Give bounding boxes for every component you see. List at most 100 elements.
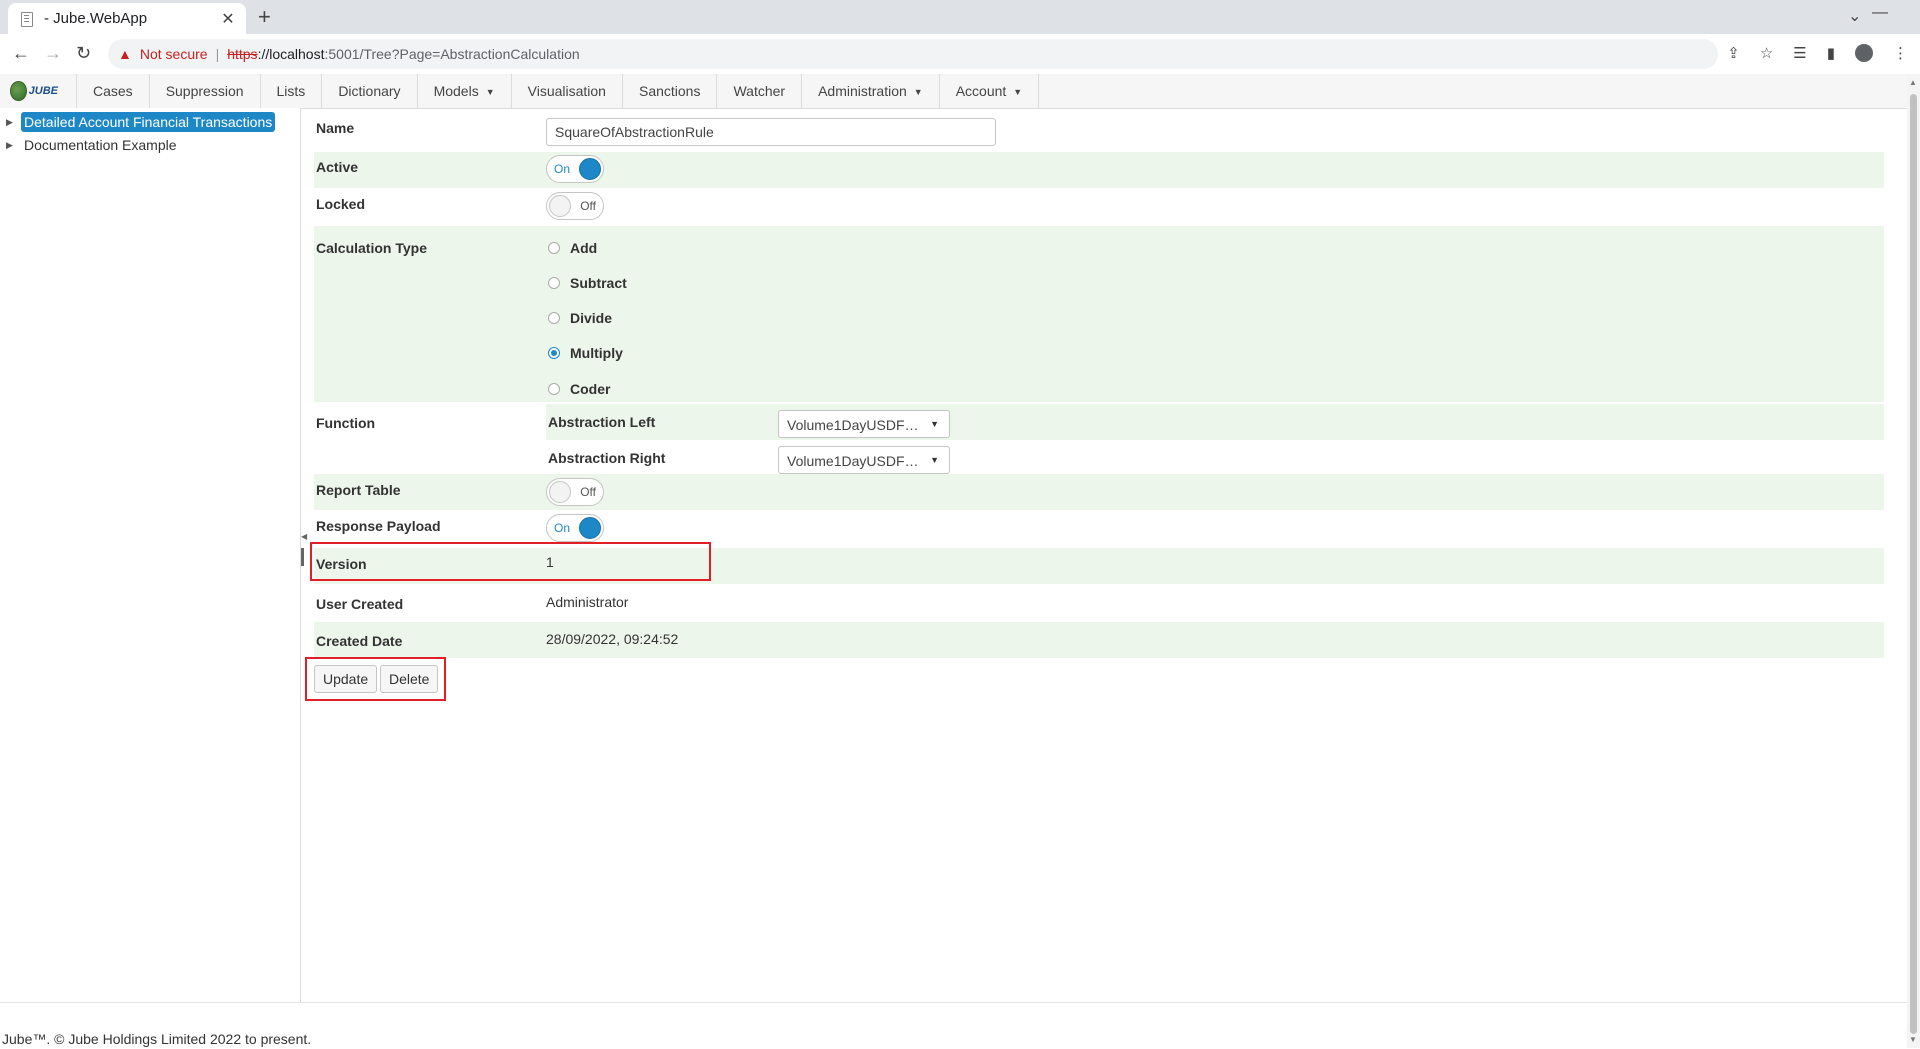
locked-label: Locked [316, 196, 366, 212]
abstraction-right-select[interactable]: Volume1DayUSDF… ▼ [778, 446, 950, 474]
name-label: Name [316, 120, 355, 136]
chevron-down-icon: ▼ [930, 455, 939, 465]
collapse-pane-icon[interactable]: ◀ [301, 532, 307, 541]
created-date-row: Created Date 28/09/2022, 09:24:52 [314, 622, 1884, 658]
toggle-text: On [554, 521, 571, 535]
calc-type-multiply[interactable]: Multiply [548, 345, 623, 361]
tab-search-icon[interactable]: ⌄ [1848, 6, 1861, 26]
main-menu: Cases Suppression Lists Dictionary Model… [76, 74, 1040, 108]
tree-node-label[interactable]: Detailed Account Financial Transactions [21, 112, 276, 132]
url-host: ://localhost [257, 46, 325, 62]
address-bar[interactable]: ▲ Not secure | https://localhost:5001/Tr… [108, 39, 1718, 69]
locked-toggle[interactable]: Off [546, 192, 604, 220]
scrollbar-thumb[interactable] [1910, 94, 1917, 1034]
menu-item-suppression[interactable]: Suppression [148, 74, 260, 108]
menu-item-administration[interactable]: Administration ▼ [801, 74, 939, 108]
radio-label: Add [570, 240, 598, 256]
abstraction-left-label: Abstraction Left [548, 414, 656, 430]
radio-button[interactable] [548, 242, 560, 254]
radio-label: Subtract [570, 275, 627, 291]
side-panel-icon[interactable]: ▮ [1827, 44, 1835, 62]
tree-node-label[interactable]: Documentation Example [21, 135, 180, 155]
jube-logo-icon [10, 81, 27, 101]
radio-button[interactable] [548, 383, 560, 395]
bookmark-star-icon[interactable]: ☆ [1760, 44, 1773, 62]
expand-arrow-icon[interactable]: ▶ [6, 140, 21, 151]
menu-label: Watcher [733, 83, 786, 99]
report-table-label: Report Table [316, 482, 401, 498]
active-row: Active On [314, 152, 1884, 188]
menu-item-lists[interactable]: Lists [259, 74, 322, 108]
tree-pane: ▶ Detailed Account Financial Transaction… [0, 108, 301, 1002]
security-label[interactable]: Not secure [140, 46, 208, 62]
menu-label: Visualisation [527, 83, 606, 99]
name-row: Name [314, 108, 1884, 148]
tab-title: - Jube.WebApp [44, 10, 148, 27]
menu-item-visualisation[interactable]: Visualisation [510, 74, 622, 108]
reading-list-icon[interactable]: ☰ [1793, 44, 1806, 62]
radio-label: Divide [570, 310, 613, 326]
chevron-down-icon: ▼ [485, 87, 495, 97]
user-created-row: User Created Administrator [314, 584, 1884, 620]
menu-item-dictionary[interactable]: Dictionary [321, 74, 416, 108]
calc-type-subtract[interactable]: Subtract [548, 275, 627, 291]
radio-button[interactable] [548, 277, 560, 289]
chevron-down-icon: ▼ [930, 419, 939, 429]
menu-label: Suppression [165, 83, 244, 99]
scroll-up-icon[interactable]: ▲ [1909, 78, 1917, 87]
profile-avatar-icon[interactable] [1855, 44, 1873, 62]
chevron-down-icon: ▼ [1013, 87, 1023, 97]
calc-type-divide[interactable]: Divide [548, 310, 612, 326]
new-tab-icon[interactable]: + [258, 4, 271, 30]
browser-actions: ⇪ ☆ ☰ ▮ ⋮ [1727, 44, 1908, 62]
abstraction-left-select[interactable]: Volume1DayUSDF… ▼ [778, 410, 950, 438]
pane-splitter[interactable] [301, 548, 304, 566]
toggle-text: Off [580, 485, 596, 499]
chevron-down-icon: ▼ [913, 87, 923, 97]
radio-button[interactable] [548, 347, 560, 359]
user-created-label: User Created [316, 596, 404, 612]
address-separator: | [215, 46, 220, 62]
menu-item-account[interactable]: Account ▼ [938, 74, 1040, 108]
menu-item-sanctions[interactable]: Sanctions [621, 74, 716, 108]
name-input[interactable] [546, 118, 996, 146]
radio-label: Coder [570, 381, 611, 397]
report-table-row: Report Table Off [314, 474, 1884, 510]
locked-row: Locked Off [314, 188, 1884, 224]
active-toggle[interactable]: On [546, 155, 604, 183]
menu-item-models[interactable]: Models ▼ [416, 74, 511, 108]
buttons-highlight-box [305, 657, 446, 701]
reload-icon[interactable]: ↻ [76, 43, 91, 64]
expand-arrow-icon[interactable]: ▶ [6, 117, 21, 128]
back-icon[interactable]: ← [12, 43, 30, 64]
more-menu-icon[interactable]: ⋮ [1893, 44, 1908, 62]
radio-label: Multiply [570, 345, 623, 361]
forward-icon[interactable]: → [44, 43, 62, 64]
page-footer: Jube™. © Jube Holdings Limited 2022 to p… [0, 1002, 1907, 1049]
calculation-type-row: Calculation Type Add Subtract Divide Mul… [314, 226, 1884, 402]
browser-tabbar: - Jube.WebApp ✕ + ⌄ — [0, 0, 1920, 34]
url-scheme: https [227, 46, 258, 62]
report-table-toggle[interactable]: Off [546, 478, 604, 506]
menu-item-watcher[interactable]: Watcher [716, 74, 801, 108]
tree-node-documentation-example[interactable]: ▶ Documentation Example [6, 135, 180, 155]
calc-type-add[interactable]: Add [548, 240, 597, 256]
menu-label: Dictionary [338, 83, 401, 99]
jube-logo[interactable]: JUBE [10, 80, 58, 102]
tree-node-detailed-account-financial-transactions[interactable]: ▶ Detailed Account Financial Transaction… [6, 112, 276, 132]
function-row: Function Abstraction Left Volume1DayUSDF… [314, 402, 1884, 482]
scroll-down-icon[interactable]: ▼ [1909, 1035, 1917, 1044]
page-favicon-icon [20, 11, 34, 27]
response-payload-toggle[interactable]: On [546, 514, 604, 542]
version-highlight-box [310, 542, 711, 581]
close-tab-icon[interactable]: ✕ [218, 9, 238, 29]
menu-item-cases[interactable]: Cases [76, 74, 149, 108]
calc-type-coder[interactable]: Coder [548, 381, 610, 397]
vertical-scrollbar[interactable]: ▲ ▼ [1907, 74, 1920, 1048]
share-icon[interactable]: ⇪ [1727, 44, 1740, 62]
function-label: Function [316, 415, 376, 431]
browser-tab[interactable]: - Jube.WebApp ✕ [8, 3, 246, 34]
created-date-value: 28/09/2022, 09:24:52 [546, 631, 679, 647]
minimize-icon[interactable]: — [1872, 4, 1888, 22]
radio-button[interactable] [548, 312, 560, 324]
